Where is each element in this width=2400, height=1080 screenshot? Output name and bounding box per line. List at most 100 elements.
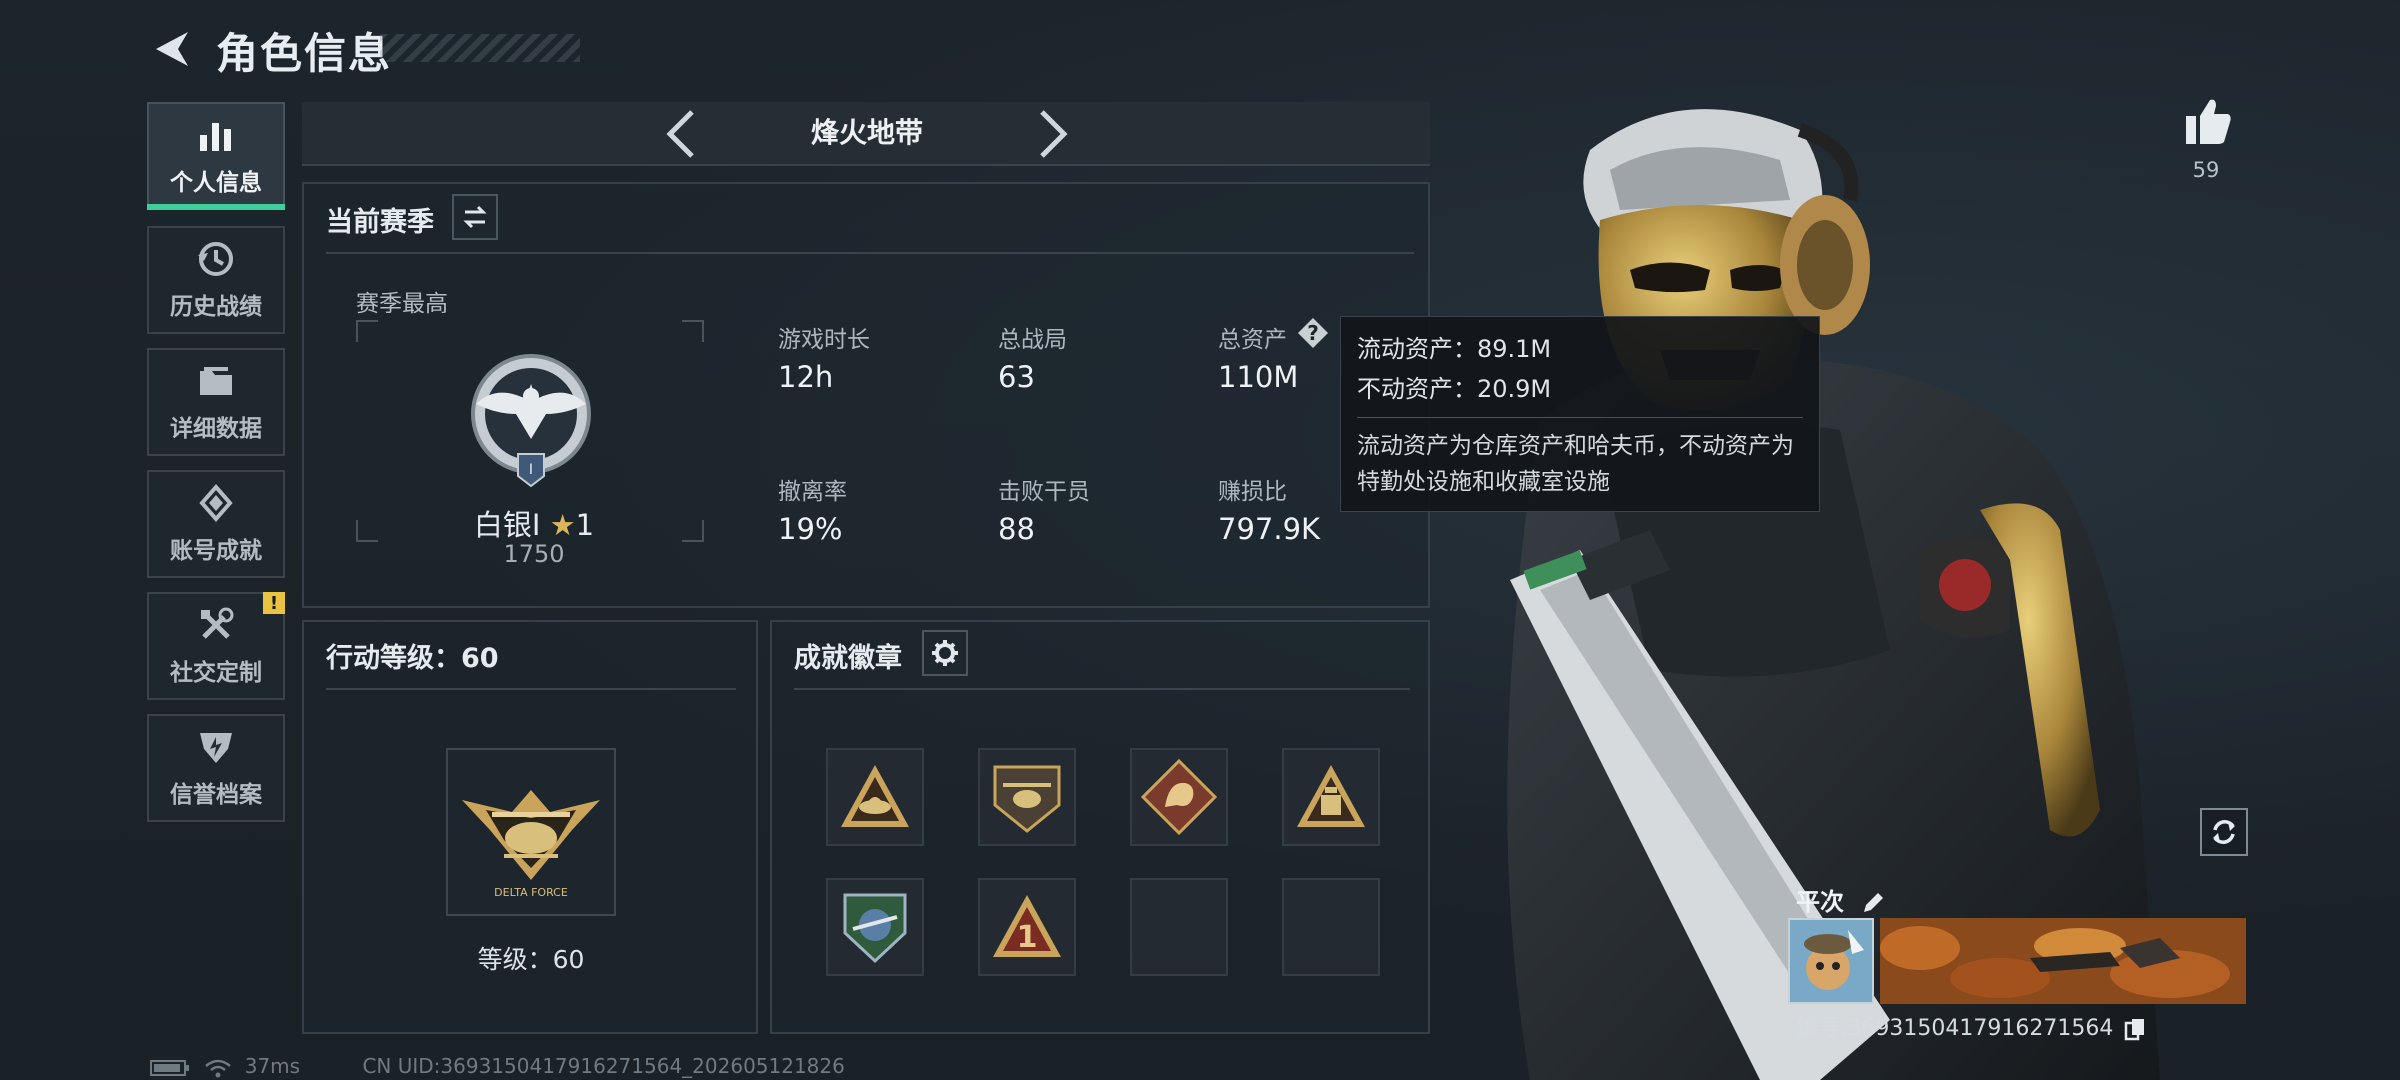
refresh-icon (2213, 820, 2235, 844)
sidebar-item-social[interactable]: 社交定制 ! (147, 592, 285, 700)
achievement-diamond-icon (199, 483, 233, 523)
folder-icon (200, 367, 232, 395)
tooltip-divider (1357, 417, 1803, 418)
emblem-text: DELTA FORCE (494, 886, 568, 899)
badge-slot[interactable]: 1 (978, 878, 1076, 976)
player-name: 平次 (1796, 882, 1886, 917)
swap-arrows-icon (463, 205, 487, 229)
badge-slot[interactable] (1130, 748, 1228, 846)
mode-name: 烽火地带 (810, 116, 923, 149)
back-arrow-icon[interactable] (150, 28, 192, 70)
frame-corner (682, 520, 704, 542)
copy-icon[interactable] (2124, 1017, 2146, 1041)
season-title: 当前赛季 (326, 207, 434, 238)
action-level-divider (326, 688, 736, 690)
stat-playtime-value: 12h (778, 360, 834, 394)
globe-badge-icon (843, 893, 907, 964)
gear-icon (932, 640, 958, 666)
wrench-tools-icon (201, 607, 234, 639)
autumn-leaves-banner-image (1880, 918, 2246, 1004)
refresh-button[interactable] (2200, 808, 2248, 856)
player-id: 编号:3693150417916271564 (1796, 1010, 2146, 1042)
stat-profit-ratio-value: 797.9K (1218, 512, 1321, 546)
battery-icon (150, 1059, 189, 1076)
season-best-label: 赛季最高 (356, 291, 448, 317)
notification-badge: ! (263, 592, 285, 614)
avatar-image (1790, 920, 1872, 1002)
wifi-icon (205, 1059, 232, 1077)
sidebar-item-label: 信誉档案 (170, 782, 262, 808)
sidebar-item-label: 账号成就 (170, 538, 262, 564)
sidebar-item-label: 历史战绩 (170, 294, 262, 320)
frame-corner (356, 320, 378, 342)
chevron-left-icon[interactable] (664, 108, 698, 160)
page-title: 角色信息 (216, 29, 393, 78)
badge-slot[interactable] (826, 748, 924, 846)
badge-slot[interactable] (826, 878, 924, 976)
action-level-title: 行动等级：60 (326, 643, 499, 674)
level-text: 等级：60 (477, 945, 585, 974)
sidebar-item-personal-info[interactable]: 个人信息 (147, 102, 285, 210)
sidebar-item-achievements[interactable]: 账号成就 (147, 470, 285, 578)
badge-slot[interactable] (978, 748, 1076, 846)
status-bar: 37ms CN UID:3693150417916271564_20260512… (150, 1054, 845, 1078)
sidebar-item-label: 社交定制 (170, 660, 262, 686)
helicopter-badge-icon (993, 765, 1061, 833)
bottle-badge-icon (1297, 765, 1365, 827)
uid-text: CN UID:3693150417916271564_202605121826 (362, 1054, 845, 1078)
badge-slot-empty[interactable] (1282, 878, 1380, 976)
number-one-badge-icon: 1 (993, 895, 1061, 957)
tooltip-fixed-assets: 不动资产：20.9M (1357, 375, 1552, 403)
tooltip-note: 流动资产为仓库资产和哈夫币，不动资产为特勤处设施和收藏室设施 (1357, 433, 1794, 495)
badge-settings-button[interactable] (922, 630, 968, 676)
stat-kills-value: 88 (998, 512, 1035, 546)
stat-kills-label: 击败干员 (998, 479, 1090, 505)
rank-name-row: 白银Ⅰ ★1 (466, 502, 602, 544)
player-id-text: 编号:3693150417916271564 (1796, 1016, 2114, 1041)
dragon-badge-icon (1140, 758, 1218, 836)
ping-value: 37ms (244, 1054, 301, 1078)
rank-points: 1750 (503, 540, 565, 568)
title-decoration (380, 34, 580, 62)
silver-rank-emblem: I (471, 354, 591, 488)
thumbs-up-icon[interactable] (2184, 96, 2232, 146)
edit-pencil-icon[interactable] (1860, 890, 1886, 916)
history-clock-icon (198, 242, 233, 276)
badges-divider (794, 688, 1410, 690)
star-icon: ★ (549, 508, 576, 542)
frame-corner (682, 320, 704, 342)
shield-emblem-icon (200, 733, 232, 763)
tooltip-liquid-assets: 流动资产：89.1M (1357, 335, 1552, 363)
svg-text:I: I (529, 462, 533, 478)
stat-matches-value: 63 (998, 360, 1035, 394)
sidebar-item-label: 个人信息 (170, 170, 262, 196)
stat-extract-rate-value: 19% (778, 512, 843, 546)
player-name-text: 平次 (1796, 888, 1844, 916)
season-divider (326, 252, 1414, 254)
like-count: 59 (2192, 158, 2220, 182)
rank-stars: 1 (575, 508, 595, 542)
stat-assets-label: 总资产 (1218, 327, 1287, 353)
frame-corner (356, 520, 378, 542)
player-banner[interactable] (1880, 918, 2246, 1004)
assets-tooltip: 流动资产：89.1M 不动资产：20.9M 流动资产为仓库资产和哈夫币，不动资产… (1340, 316, 1820, 512)
stat-assets-value: 110M (1218, 360, 1299, 394)
stat-playtime-label: 游戏时长 (778, 327, 870, 353)
avatar[interactable] (1788, 918, 1874, 1004)
season-switch-button[interactable] (452, 194, 498, 240)
bar-chart-icon (200, 123, 231, 151)
sidebar-item-label: 详细数据 (170, 416, 262, 442)
badge-slot-empty[interactable] (1130, 878, 1228, 976)
stat-profit-ratio-label: 赚损比 (1218, 479, 1287, 505)
sidebar-item-reputation[interactable]: 信誉档案 (147, 714, 285, 822)
badge-slot[interactable] (1282, 748, 1380, 846)
stat-extract-rate-label: 撤离率 (778, 479, 847, 505)
badges-title: 成就徽章 (794, 643, 902, 674)
chevron-right-icon[interactable] (1036, 108, 1070, 160)
rank-name: 白银Ⅰ (473, 508, 541, 542)
sidebar-item-details[interactable]: 详细数据 (147, 348, 285, 456)
svg-text:1: 1 (1017, 920, 1038, 955)
hat-badge-icon (841, 765, 909, 827)
sidebar-item-history[interactable]: 历史战绩 (147, 226, 285, 334)
stat-matches-label: 总战局 (998, 327, 1067, 353)
